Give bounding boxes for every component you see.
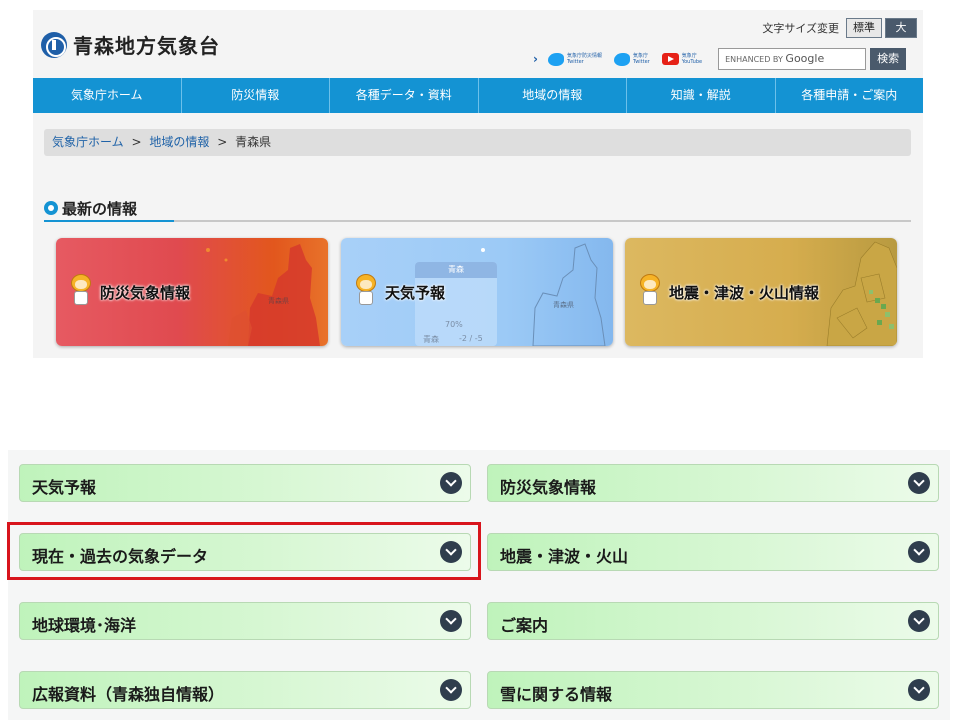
menu-item-snow-info[interactable]: 雪に関する情報	[487, 671, 939, 709]
nav-item-disaster-info[interactable]: 防災情報	[182, 78, 330, 113]
latest-info-title: 最新の情報	[62, 200, 138, 218]
highlight-box	[7, 522, 481, 580]
menu-item-earthquake[interactable]: 地震・津波・火山	[487, 533, 939, 571]
nav-item-jma-home[interactable]: 気象庁ホーム	[33, 78, 182, 113]
jma-logo-icon	[41, 31, 67, 58]
circle-bullet-icon	[44, 201, 58, 215]
menu-item-label: 防災気象情報	[500, 478, 597, 497]
chevron-right-icon: ›	[533, 52, 538, 66]
search-input[interactable]: ENHANCED BY Google	[718, 48, 867, 70]
font-size-switcher: 文字サイズ変更 標準 大	[762, 18, 917, 38]
search-button[interactable]: 検索	[870, 48, 907, 70]
youtube-jma-link[interactable]: 気象庁 YouTube	[661, 53, 703, 65]
menu-item-label: ご案内	[500, 616, 549, 635]
forecast-city: 青森	[423, 335, 439, 344]
breadcrumb-current: 青森県	[235, 135, 272, 149]
chevron-down-icon[interactable]	[908, 679, 930, 701]
mascot-icon	[68, 274, 94, 306]
menu-item-label: 天気予報	[32, 478, 97, 497]
nav-item-data[interactable]: 各種データ・資料	[330, 78, 479, 113]
nav-item-knowledge[interactable]: 知識・解説	[627, 78, 776, 113]
social-line2: Twitter	[566, 59, 584, 65]
mascot-icon	[353, 274, 379, 306]
forecast-temp: -2 / -5	[459, 334, 483, 343]
chevron-down-icon[interactable]	[440, 679, 462, 701]
social-line2: Twitter	[632, 59, 650, 65]
forecast-panel-head: 青森	[415, 262, 497, 278]
breadcrumb-separator: >	[131, 135, 142, 149]
disaster-info-card[interactable]: 青森県 防災気象情報	[56, 238, 328, 346]
twitter-icon	[547, 52, 564, 66]
disaster-card-title: 防災気象情報	[100, 284, 191, 302]
site-header: 青森地方気象台 文字サイズ変更 標準 大 › 気象庁防災情報 Twitter 気…	[33, 10, 923, 78]
nav-item-regional[interactable]: 地域の情報	[479, 78, 627, 113]
menu-item-label: 地球環境･海洋	[32, 616, 137, 635]
twitter-icon	[613, 52, 630, 66]
menu-item-guide[interactable]: ご案内	[487, 602, 939, 640]
map-label: 青森県	[553, 301, 574, 309]
latest-info-heading: 最新の情報	[44, 196, 911, 222]
site-title: 青森地方気象台	[73, 34, 220, 58]
youtube-icon	[661, 53, 679, 65]
social-line2: YouTube	[681, 59, 703, 65]
chevron-down-icon[interactable]	[908, 541, 930, 563]
menu-item-press-materials[interactable]: 広報資料（青森独自情報）	[19, 671, 471, 709]
jma-aomori-website: 青森地方気象台 文字サイズ変更 標準 大 › 気象庁防災情報 Twitter 気…	[33, 10, 923, 358]
mascot-icon	[637, 274, 663, 306]
search-brand: Google	[785, 52, 825, 65]
aomori-map-icon	[206, 244, 320, 346]
chevron-down-icon[interactable]	[440, 610, 462, 632]
breadcrumb-home-link[interactable]: 気象庁ホーム	[52, 135, 124, 149]
font-size-label: 文字サイズ変更	[762, 22, 839, 35]
menu-item-label: 地震・津波・火山	[500, 547, 629, 566]
twitter-disaster-link[interactable]: 気象庁防災情報 Twitter	[547, 52, 602, 66]
breadcrumb-separator: >	[217, 135, 228, 149]
page: 青森地方気象台 文字サイズ変更 標準 大 › 気象庁防災情報 Twitter 気…	[0, 0, 960, 720]
search-prefix: ENHANCED BY	[725, 55, 783, 64]
forecast-preview-panel: 青森 70% 青森 -2 / -5	[415, 262, 497, 346]
weather-forecast-card[interactable]: 青森 70% 青森 -2 / -5 青森県 天気予報	[341, 238, 613, 346]
nav-item-applications[interactable]: 各種申請・ご案内	[776, 78, 924, 113]
map-label: 青森県	[268, 297, 289, 305]
site-logo[interactable]: 青森地方気象台	[41, 30, 220, 59]
forecast-precip-percent: 70%	[445, 320, 463, 329]
chevron-down-icon[interactable]	[908, 610, 930, 632]
category-menu: 天気予報 防災気象情報 現在・過去の気象データ 地震・津波・火山 地球環境･海洋…	[8, 450, 950, 720]
breadcrumb-region-link[interactable]: 地域の情報	[149, 135, 209, 149]
menu-item-global-environment[interactable]: 地球環境･海洋	[19, 602, 471, 640]
font-size-large-button[interactable]: 大	[885, 18, 917, 38]
chevron-down-icon[interactable]	[908, 472, 930, 494]
weather-card-title: 天気予報	[385, 284, 446, 302]
social-links: › 気象庁防災情報 Twitter 気象庁 Twitter 気象庁 YouTub…	[533, 48, 907, 70]
quake-card-title: 地震・津波・火山情報	[669, 284, 820, 302]
menu-item-weather-forecast[interactable]: 天気予報	[19, 464, 471, 502]
earthquake-tsunami-volcano-card[interactable]: 地震・津波・火山情報	[625, 238, 897, 346]
font-size-standard-button[interactable]: 標準	[846, 18, 882, 38]
breadcrumb: 気象庁ホーム > 地域の情報 > 青森県	[44, 129, 911, 156]
global-nav: 気象庁ホーム 防災情報 各種データ・資料 地域の情報 知識・解説 各種申請・ご案…	[33, 78, 923, 113]
chevron-down-icon[interactable]	[440, 472, 462, 494]
menu-item-label: 雪に関する情報	[500, 685, 613, 704]
twitter-jma-link[interactable]: 気象庁 Twitter	[613, 52, 650, 66]
menu-item-disaster-info[interactable]: 防災気象情報	[487, 464, 939, 502]
menu-item-label: 広報資料（青森独自情報）	[32, 685, 225, 704]
